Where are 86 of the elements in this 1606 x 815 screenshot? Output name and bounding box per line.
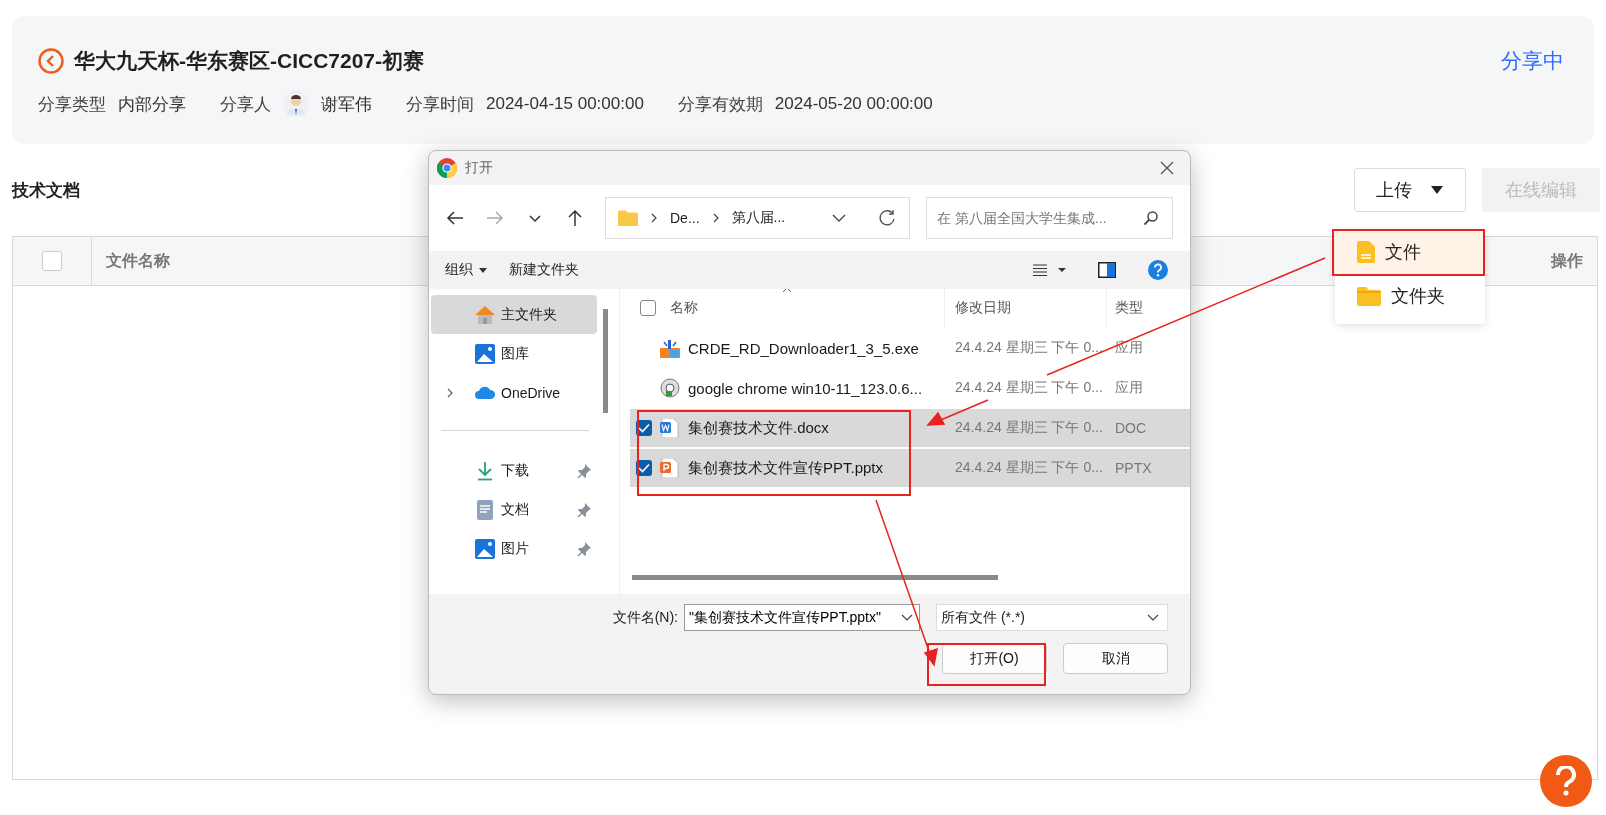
search-field[interactable]: 在 第八届全国大学生集成... xyxy=(926,197,1173,239)
help-button[interactable] xyxy=(1540,755,1592,807)
chevron-icon xyxy=(711,212,720,224)
meta-label: 分享时间 xyxy=(406,93,474,116)
chevron-down-icon xyxy=(901,614,913,622)
refresh-icon xyxy=(877,208,897,228)
document-icon xyxy=(475,499,495,520)
section-title: 技术文档 xyxy=(12,179,80,202)
file-type: PPTX xyxy=(1114,460,1152,476)
file-date: 24.4.24 星期三 下午 0... xyxy=(954,339,1104,357)
chevron-down-icon xyxy=(831,213,847,223)
checkbox[interactable] xyxy=(42,251,62,271)
back-icon xyxy=(38,48,64,74)
organize-button[interactable]: 组织 xyxy=(439,257,493,283)
file-name: 集创赛技术文件.docx xyxy=(688,418,829,438)
file-type: 应用 xyxy=(1114,339,1143,357)
list-view-icon xyxy=(1032,263,1066,277)
cancel-button[interactable]: 取消 xyxy=(1063,643,1168,674)
column-header[interactable]: 类型 xyxy=(1106,289,1143,327)
picture-icon xyxy=(475,343,495,364)
page-title: 华大九天杯-华东赛区-CICC7207-初赛 xyxy=(74,48,425,74)
caret-icon xyxy=(1430,185,1444,195)
nav-item[interactable]: 图片 xyxy=(431,529,597,568)
file-date: 24.4.24 星期三 下午 0... xyxy=(954,379,1104,397)
chevron-down-icon xyxy=(1147,613,1159,622)
meta-label: 分享人 xyxy=(220,93,271,116)
installer-icon xyxy=(660,338,680,358)
slides-icon xyxy=(660,458,680,478)
file-name: CRDE_RD_Downloader1_3_5.exe xyxy=(688,339,919,357)
search-icon xyxy=(1143,210,1159,226)
file-row[interactable]: CRDE_RD_Downloader1_3_5.exe 24.4.24 星期三 下午 0... 应用 xyxy=(630,329,1190,367)
file-name: google chrome win10-11_123.0.6... xyxy=(688,379,923,397)
filename-field[interactable]: "集创赛技术文件宣传PPT.pptx" xyxy=(684,604,920,631)
share-status: 分享中 xyxy=(1501,48,1564,74)
avatar-icon xyxy=(283,91,309,117)
download-icon xyxy=(475,460,495,481)
picture-icon xyxy=(475,538,495,559)
file-name: 集创赛技术文件宣传PPT.pptx xyxy=(688,458,884,478)
browser-icon xyxy=(437,158,457,178)
open-button[interactable]: 打开(O) xyxy=(942,643,1047,674)
folder-icon xyxy=(1357,286,1381,306)
file-date: 24.4.24 星期三 下午 0... xyxy=(954,459,1104,477)
field-label: 文件名(N): xyxy=(612,608,678,627)
column-header: 文件名称 xyxy=(106,250,170,271)
scrollbar[interactable] xyxy=(632,575,998,580)
breadcrumb[interactable]: De... xyxy=(670,210,700,226)
file-row[interactable]: 集创赛技术文件宣传PPT.pptx 24.4.24 星期三 下午 0... PPTX xyxy=(630,449,1190,487)
caret-icon xyxy=(479,267,487,273)
file-type: DOC xyxy=(1114,420,1147,436)
meta-value: 2024-05-20 00:00:00 xyxy=(774,94,933,114)
help-icon xyxy=(1148,260,1168,280)
column-header: 操作 xyxy=(1551,250,1583,271)
meta-value: 谢军伟 xyxy=(321,93,372,116)
meta-label: 分享有效期 xyxy=(677,93,763,116)
question-mark-icon xyxy=(1555,766,1577,796)
column-header[interactable]: 名称 xyxy=(670,299,698,317)
menu-item[interactable]: 文件夹 xyxy=(1335,274,1485,318)
home-icon xyxy=(475,304,495,325)
nav-item[interactable]: 文档 xyxy=(431,490,597,529)
meta-label: 分享类型 xyxy=(38,93,106,116)
nav-item[interactable]: 主文件夹 xyxy=(431,295,597,334)
nav-item[interactable]: OneDrive xyxy=(431,373,597,412)
file-icon xyxy=(1357,241,1375,263)
menu-item[interactable]: 文件 xyxy=(1335,230,1485,274)
nav-item[interactable]: 图库 xyxy=(431,334,597,373)
file-row[interactable]: google chrome win10-11_123.0.6... 24.4.24 星期三 下午 0... 应用 xyxy=(630,369,1190,407)
installer-icon xyxy=(660,378,680,398)
breadcrumb[interactable]: 第八届... xyxy=(731,209,786,227)
file-row[interactable]: 集创赛技术文件.docx 24.4.24 星期三 下午 0... DOC xyxy=(630,409,1190,447)
meta-value: 内部分享 xyxy=(118,93,186,116)
chevron-icon xyxy=(650,212,658,224)
column-header[interactable]: 修改日期 xyxy=(944,289,1106,327)
nav-item[interactable]: 下载 xyxy=(431,451,597,490)
file-type-dropdown[interactable]: 所有文件 (*.*) xyxy=(936,604,1168,631)
dialog-title: 打开 xyxy=(465,159,493,177)
meta-value: 2024-04-15 00:00:00 xyxy=(486,94,644,114)
address-bar[interactable]: De... 第八届... xyxy=(605,197,910,239)
pane-icon xyxy=(1098,262,1116,278)
checkbox[interactable] xyxy=(640,300,656,316)
file-date: 24.4.24 星期三 下午 0... xyxy=(954,419,1104,437)
close-icon xyxy=(1160,161,1174,175)
folder-icon xyxy=(618,210,638,226)
upload-button[interactable]: 上传 xyxy=(1354,168,1466,212)
new-folder-button[interactable]: 新建文件夹 xyxy=(503,257,585,283)
document-icon xyxy=(660,418,680,438)
file-type: 应用 xyxy=(1114,379,1143,397)
